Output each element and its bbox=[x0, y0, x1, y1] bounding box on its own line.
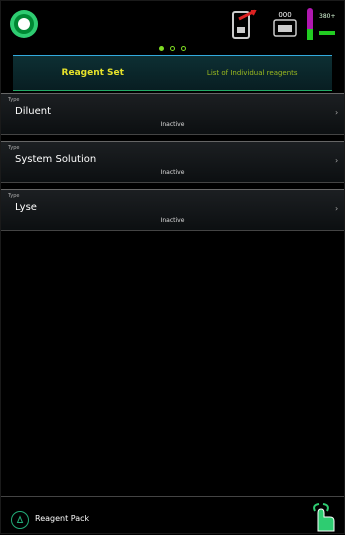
reagent-list: Type Diluent Inactive › Type System Solu… bbox=[1, 93, 344, 237]
reagent-pack-icon bbox=[16, 515, 24, 523]
level-text: 380+ bbox=[319, 13, 336, 20]
reagent-name: Lyse bbox=[15, 202, 37, 213]
counter-value: 000 bbox=[278, 11, 292, 19]
footer: Reagent Pack bbox=[1, 501, 344, 535]
reagent-name: System Solution bbox=[15, 154, 97, 165]
page-indicator bbox=[1, 45, 344, 53]
touch-hand-icon[interactable] bbox=[308, 501, 338, 533]
instrument-door-icon[interactable] bbox=[231, 9, 259, 41]
tab-individual-reagents[interactable]: List of Individual reagents bbox=[173, 69, 333, 77]
top-bar: 000 380+ bbox=[1, 1, 345, 47]
chevron-right-icon: › bbox=[335, 156, 339, 165]
page-dot bbox=[170, 46, 175, 51]
reagent-card-system-solution[interactable]: Type System Solution Inactive › bbox=[1, 141, 344, 183]
tab-reagent-set[interactable]: Reagent Set bbox=[13, 68, 173, 78]
reagent-level-icon bbox=[307, 8, 313, 40]
type-label: Type bbox=[8, 97, 20, 103]
type-label: Type bbox=[8, 193, 20, 199]
level-bar bbox=[319, 31, 335, 35]
reagent-cassette-icon bbox=[273, 19, 297, 37]
reagent-name: Diluent bbox=[15, 106, 52, 117]
reagent-pack-button[interactable] bbox=[11, 511, 29, 529]
reagent-status: Inactive bbox=[160, 217, 185, 224]
chevron-right-icon: › bbox=[335, 204, 339, 213]
reagent-status: Inactive bbox=[160, 169, 185, 176]
reagent-card-diluent[interactable]: Type Diluent Inactive › bbox=[1, 93, 344, 135]
reagent-pack-label[interactable]: Reagent Pack bbox=[35, 514, 89, 523]
page-dot bbox=[158, 46, 164, 51]
type-label: Type bbox=[8, 145, 20, 151]
app-frame: 000 380+ Reagent Set List of Individual … bbox=[0, 0, 345, 534]
page-dot bbox=[181, 46, 187, 51]
footer-divider bbox=[1, 496, 344, 497]
tab-bar: Reagent Set List of Individual reagents bbox=[13, 55, 332, 91]
home-logo-icon[interactable] bbox=[9, 9, 39, 39]
chevron-right-icon: › bbox=[335, 108, 339, 117]
reagent-status: Inactive bbox=[160, 121, 185, 128]
counter-display: 000 bbox=[273, 11, 297, 37]
reagent-card-lyse[interactable]: Type Lyse Inactive › bbox=[1, 189, 344, 231]
